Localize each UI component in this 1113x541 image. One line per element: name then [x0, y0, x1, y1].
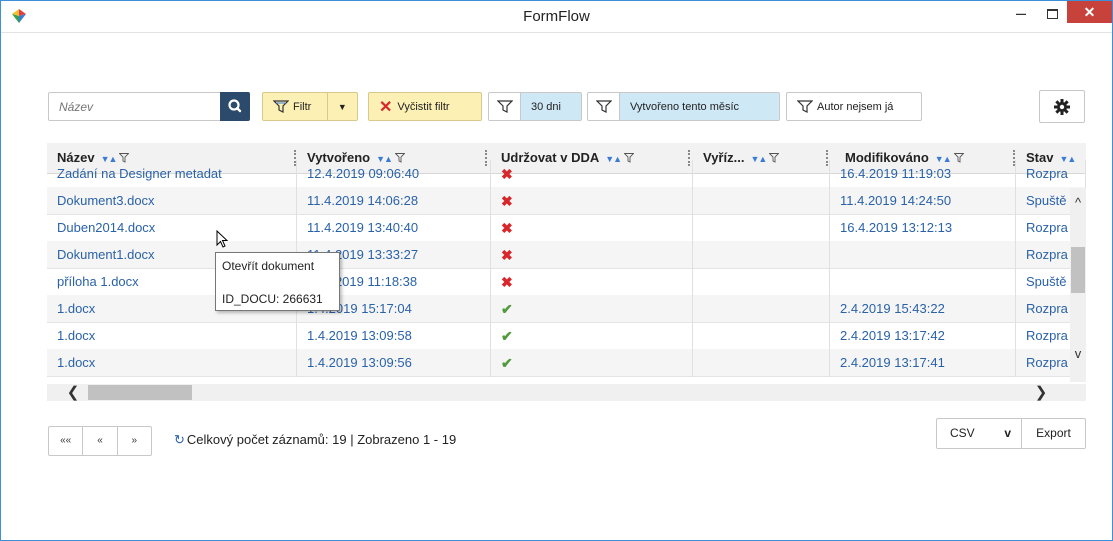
cell-created: 12.4.2019 09:06:40 [297, 160, 491, 188]
filter-button[interactable]: Filtr ▼ [262, 92, 358, 121]
cell-keep-dda: ✖ [491, 214, 693, 242]
clear-filter-label: Vyčistit filtr [397, 100, 450, 113]
export-format-select[interactable]: CSV v [936, 418, 1022, 449]
cell-name[interactable]: Dokument3.docx [47, 187, 297, 215]
filter-dropdown-caret-icon[interactable]: ▼ [328, 102, 357, 112]
table-row[interactable]: Duben2014.docx 11.4.2019 13:40:40 ✖ 16.4.20… [47, 214, 1086, 242]
title-bar: FormFlow – ✕ [1, 1, 1112, 33]
table-row[interactable]: 1.docx 1.4.2019 13:09:56 ✔ 2.4.2019 13:17:4… [47, 349, 1086, 377]
check-icon: ✔ [501, 328, 513, 344]
window-title: FormFlow [523, 8, 590, 25]
prev-page-button[interactable]: « [83, 427, 118, 455]
filter-icon [797, 99, 813, 113]
cross-icon: ✖ [501, 193, 513, 209]
next-page-button[interactable]: » [118, 427, 151, 455]
cell-modified: 16.4.2019 11:19:03 [830, 160, 1016, 188]
cell-keep-dda: ✖ [491, 160, 693, 188]
cell-done [693, 160, 830, 188]
cell-modified: 16.4.2019 13:12:13 [830, 214, 1016, 242]
cell-keep-dda: ✔ [491, 349, 693, 377]
minimize-button[interactable]: – [1006, 3, 1036, 25]
settings-button[interactable] [1039, 90, 1085, 123]
filter-author-label: Autor nejsem já [817, 100, 894, 113]
documents-table: Název ▼▲ Vytvořeno ▼▲ Udržovat v DDA ▼▲ Vyř… [47, 143, 1086, 382]
filter-icon [496, 99, 513, 113]
cell-modified [830, 268, 1016, 296]
scroll-up-icon[interactable]: ^ [1069, 196, 1087, 210]
cell-modified: 11.4.2019 14:24:50 [830, 187, 1016, 215]
cell-created: 1.4.2019 13:09:56 [297, 349, 491, 377]
cell-created: 11.4.2019 13:40:40 [297, 214, 491, 242]
cell-name[interactable]: Duben2014.docx [47, 214, 297, 242]
cross-icon: ✖ [501, 166, 513, 182]
filter-created-month-button[interactable]: Vytvořeno tento měsíc [587, 92, 780, 121]
cell-created: 1.4.2019 13:09:58 [297, 322, 491, 350]
cell-state: Rozpra [1016, 160, 1086, 188]
cell-modified: 2.4.2019 13:17:41 [830, 349, 1016, 377]
close-button[interactable]: ✕ [1067, 1, 1112, 23]
cell-created: 11.4.2019 14:06:28 [297, 187, 491, 215]
cell-keep-dda: ✔ [491, 295, 693, 323]
search-icon [228, 99, 242, 113]
cell-modified: 2.4.2019 13:17:42 [830, 322, 1016, 350]
filter-30-days-label: 30 dni [521, 93, 581, 120]
horizontal-scrollbar[interactable] [47, 384, 1086, 401]
search-input[interactable] [48, 92, 220, 121]
cell-modified: 2.4.2019 15:43:22 [830, 295, 1016, 323]
check-icon: ✔ [501, 355, 513, 371]
table-row[interactable]: příloha 1.docx 11.4.2019 11:18:38 ✖ Spuště [47, 268, 1086, 296]
scroll-left-icon[interactable]: ❮ [65, 384, 81, 401]
cell-done [693, 295, 830, 323]
table-row[interactable]: Dokument1.docx 11.4.2019 13:33:27 ✖ Rozpra [47, 241, 1086, 269]
clear-filter-button[interactable]: ✕ Vyčistit filtr [368, 92, 482, 121]
export-button[interactable]: Export [1022, 418, 1086, 449]
vertical-scrollbar-thumb[interactable] [1071, 247, 1085, 293]
cell-done [693, 241, 830, 269]
cell-keep-dda: ✖ [491, 187, 693, 215]
pagination: «« « » [48, 426, 152, 456]
maximize-icon [1046, 9, 1058, 19]
first-page-button[interactable]: «« [49, 427, 84, 455]
gear-icon [1054, 98, 1070, 115]
table-row[interactable]: 1.docx 1.4.2019 13:09:58 ✔ 2.4.2019 13:17:4… [47, 322, 1086, 350]
filter-icon [595, 99, 612, 113]
cross-icon: ✖ [501, 247, 513, 263]
table-row[interactable]: Dokument3.docx 11.4.2019 14:06:28 ✖ 11.4.20… [47, 187, 1086, 215]
scroll-right-icon[interactable]: ❯ [1033, 384, 1049, 401]
cell-keep-dda: ✖ [491, 241, 693, 269]
cell-name[interactable]: Zadání na Designer metadat [47, 160, 297, 188]
maximize-button[interactable] [1037, 7, 1067, 29]
row-tooltip: Otevřít dokument ID_DOCU: 266631 [215, 252, 340, 311]
filter-created-month-label: Vytvořeno tento měsíc [620, 93, 779, 120]
refresh-icon[interactable]: ↻ [174, 432, 185, 447]
cell-done [693, 214, 830, 242]
cell-name[interactable]: 1.docx [47, 349, 297, 377]
filter-author-button[interactable]: Autor nejsem já [786, 92, 922, 121]
filter-30-days-button[interactable]: 30 dni [488, 92, 582, 121]
cell-name[interactable]: 1.docx [47, 322, 297, 350]
filter-icon [273, 99, 289, 113]
tooltip-id: ID_DOCU: 266631 [222, 292, 323, 306]
table-row[interactable]: Zadání na Designer metadat 12.4.2019 09:0… [47, 160, 1086, 188]
cell-modified [830, 241, 1016, 269]
cell-done [693, 268, 830, 296]
cell-keep-dda: ✔ [491, 322, 693, 350]
cell-done [693, 349, 830, 377]
table-row[interactable]: 1.docx 1.4.2019 15:17:04 ✔ 2.4.2019 15:43:2… [47, 295, 1086, 323]
cross-icon: ✖ [501, 220, 513, 236]
cell-done [693, 187, 830, 215]
mouse-cursor-icon [216, 230, 229, 248]
cell-done [693, 322, 830, 350]
records-summary: ↻ Celkový počet záznamů: 19 | Zobrazeno 1… [174, 432, 457, 447]
cross-icon: ✖ [501, 274, 513, 290]
cell-keep-dda: ✖ [491, 268, 693, 296]
search-button[interactable] [220, 92, 250, 121]
scroll-down-icon[interactable]: v [1069, 347, 1087, 361]
check-icon: ✔ [501, 301, 513, 317]
horizontal-scrollbar-thumb[interactable] [88, 385, 192, 400]
tooltip-title: Otevřít dokument [222, 259, 315, 273]
chevron-down-icon: v [1004, 426, 1011, 440]
filter-label: Filtr [293, 100, 312, 113]
close-x-icon: ✕ [379, 98, 393, 116]
